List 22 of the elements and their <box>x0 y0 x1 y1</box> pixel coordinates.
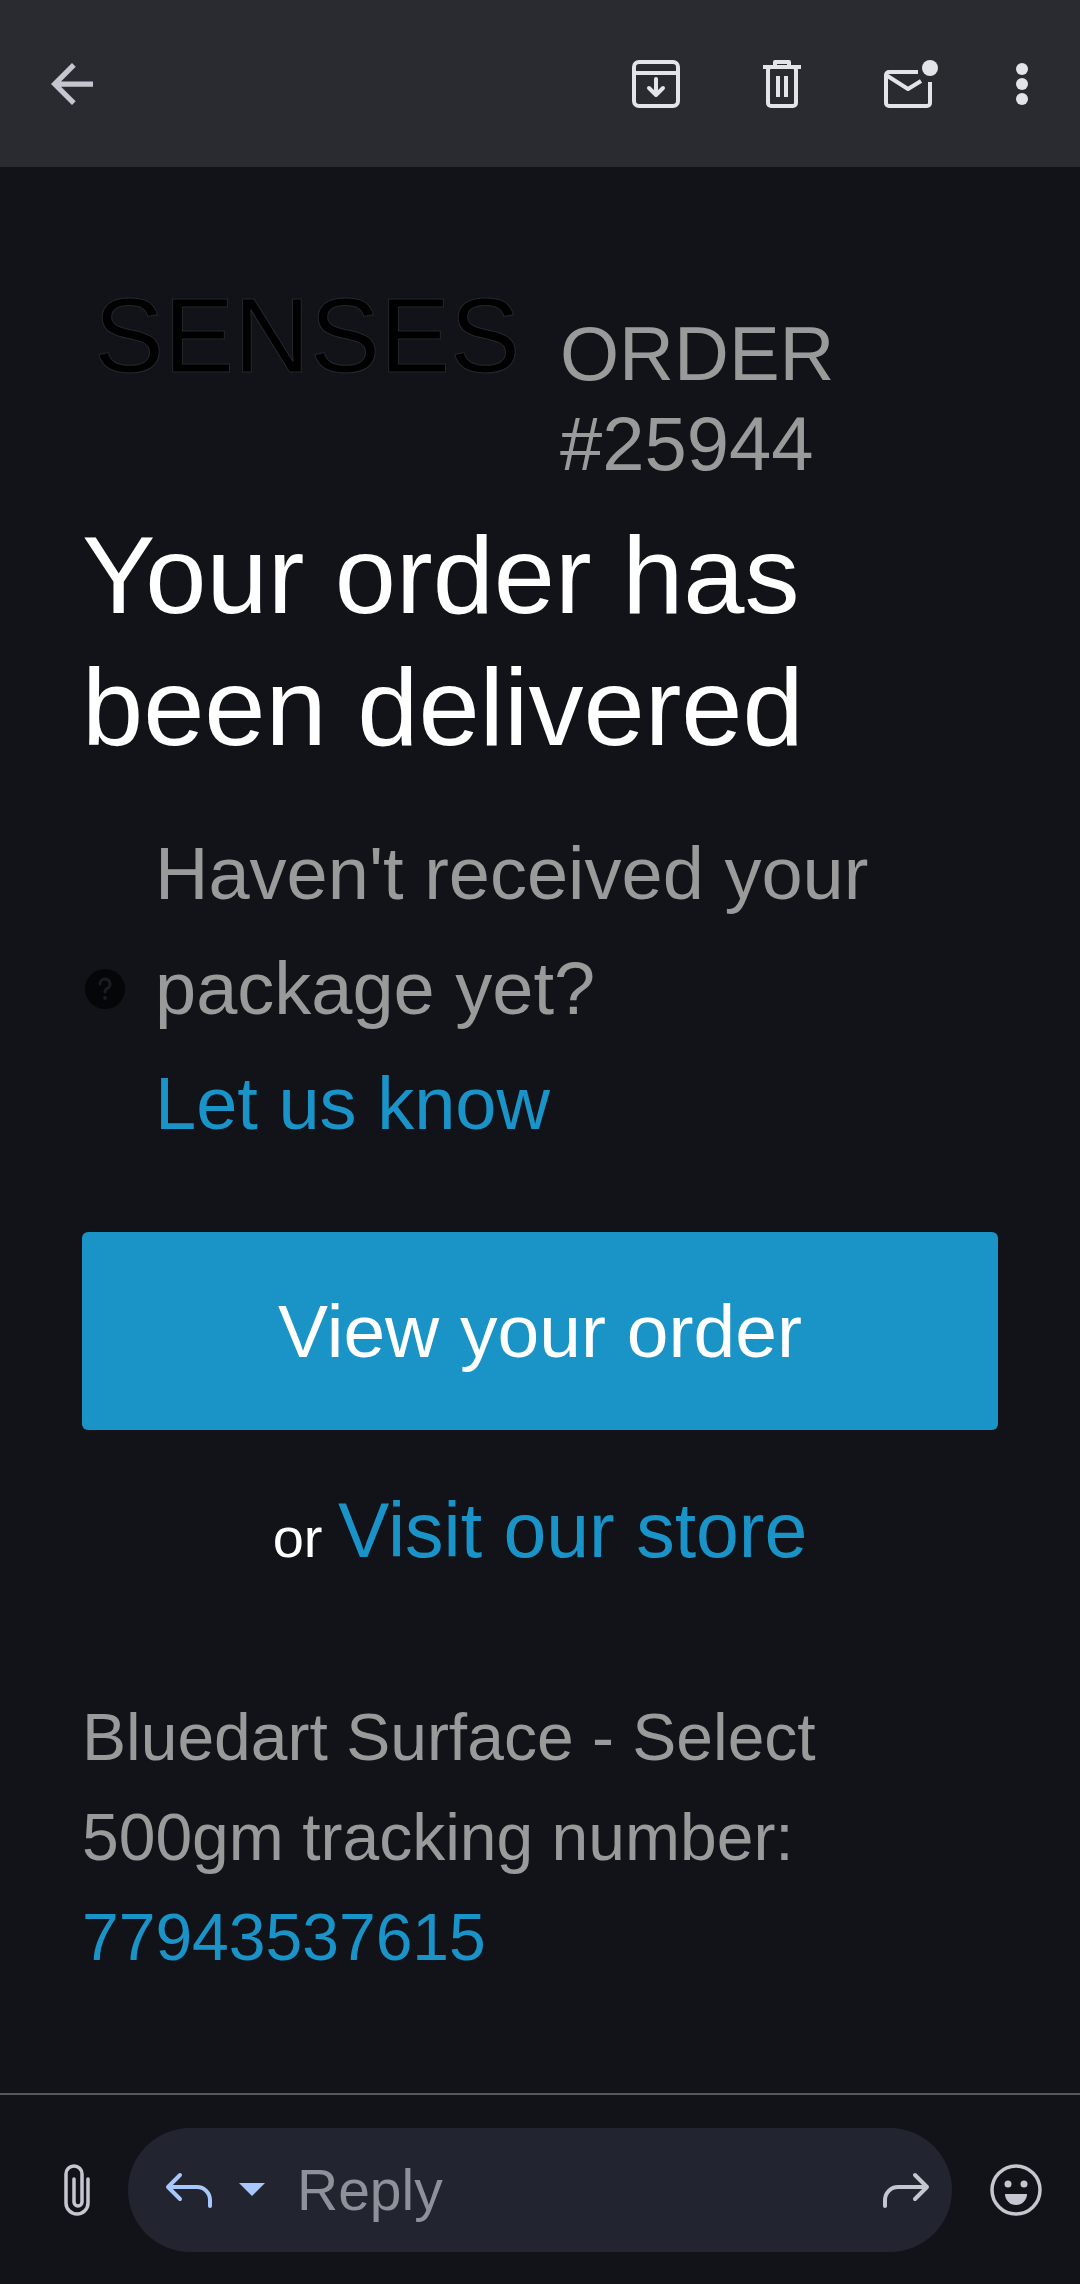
help-text: Haven't received your package yet? Let us know <box>155 831 870 1147</box>
forward-icon[interactable] <box>882 2171 930 2208</box>
shipping-text: Bluedart Surface - Select 500gm tracking number: 77943537615 <box>82 1699 817 1976</box>
archive-icon[interactable] <box>632 59 680 108</box>
tracking-link[interactable]: 77943537615 <box>82 1900 486 1974</box>
reply-input[interactable]: Reply <box>297 2149 866 2230</box>
emoji-icon[interactable] <box>990 2163 1042 2216</box>
contact-link[interactable]: Let us know <box>155 1062 550 1145</box>
delivery-heading: Your order has been delivered <box>82 512 805 770</box>
view-order-button[interactable]: View your order <box>82 1232 998 1430</box>
order-number: ORDER #25944 <box>560 310 836 488</box>
mail-dot-icon[interactable] <box>884 59 938 108</box>
reply-field[interactable]: Reply <box>128 2127 952 2252</box>
more-options-icon[interactable] <box>1016 62 1028 105</box>
store-prompt: or Visit our store <box>271 1486 809 1575</box>
caret-icon[interactable] <box>239 2183 265 2196</box>
back-arrow-icon[interactable] <box>51 62 93 105</box>
delete-icon[interactable] <box>761 59 803 108</box>
store-link[interactable]: Visit our store <box>338 1487 808 1573</box>
reply-icon[interactable] <box>165 2171 213 2208</box>
help-icon <box>85 968 125 1009</box>
attach-icon[interactable] <box>61 2162 93 2217</box>
